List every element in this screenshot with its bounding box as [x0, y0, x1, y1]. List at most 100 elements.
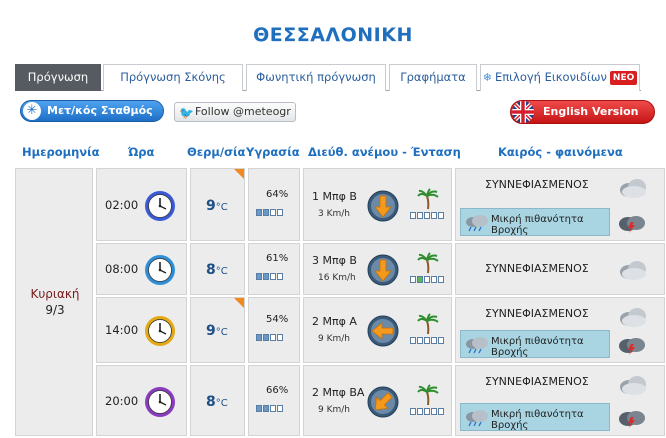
wind-force: 2 Μπφ Α: [312, 315, 357, 328]
temp-number: 8: [206, 393, 216, 410]
humidity-bar-segment: [277, 334, 283, 341]
humidity-bar-segment: [263, 404, 269, 412]
header-humidity: Υγρασία: [246, 145, 300, 159]
warm-indicator: [234, 298, 244, 308]
wind-bar-segment: [410, 211, 416, 219]
weather-cell: ΣΥΝΝΕΦΙΑΣΜΕΝΟΣ Μικρή πιθανότητα Βροχής: [455, 365, 665, 436]
wind-force: 1 Μπφ Β: [312, 189, 357, 203]
wind-cell: 2 Μπφ Α 9 Km/h: [303, 297, 452, 363]
humidity-bars: [256, 404, 283, 412]
wind-bar-segment: [431, 276, 437, 283]
temperature-value: 9°C: [206, 323, 228, 339]
temp-number: 9: [206, 323, 216, 339]
humidity-bars: [256, 208, 283, 216]
humidity-bar-segment: [270, 404, 276, 412]
twitter-bird-icon: 🐦: [179, 106, 194, 120]
tab-voice-forecast[interactable]: Φωνητική πρόγνωση: [246, 64, 386, 91]
button-label: Follow @meteogr: [195, 105, 291, 118]
day-name: Κυριακή: [30, 287, 80, 301]
cloud-icon: [618, 259, 648, 285]
temp-cell: 8°C: [190, 243, 245, 295]
humidity-bar-segment: [263, 334, 269, 341]
tab-label: Γραφήματα: [400, 70, 466, 84]
wind-speed: 9 Km/h: [318, 334, 350, 344]
tab-label: Φωνητική πρόγνωση: [256, 70, 376, 84]
wind-direction-arrow-icon: [367, 254, 399, 290]
weather-station-button[interactable]: ✳ Μετ/κός Σταθμός: [20, 100, 164, 122]
english-version-button[interactable]: English Version: [510, 100, 655, 124]
wind-bar-segment: [410, 276, 416, 283]
wind-bar-segment: [410, 407, 416, 415]
rain-chance-box: Μικρή πιθανότητα Βροχής: [460, 403, 610, 431]
wind-force: 3 Μπφ Β: [312, 254, 357, 267]
tab-bar: Πρόγνωση Πρόγνωση Σκόνης Φωνητική πρόγνω…: [15, 64, 641, 91]
header-wind: Διεύθ. ανέμου - Ένταση: [308, 145, 461, 159]
humidity-bars: [256, 334, 283, 341]
humidity-bar-segment: [256, 208, 262, 216]
rain-cloud-icon: [464, 214, 490, 235]
wind-direction-arrow-icon: [367, 190, 399, 226]
temperature-value: 8°C: [206, 394, 228, 410]
wind-bar-segment: [424, 407, 430, 415]
tab-label: Πρόγνωση Σκόνης: [120, 70, 226, 84]
snowflake-icon: ❄: [482, 71, 492, 84]
wind-bar-segment: [410, 337, 416, 344]
cloud-icon: [618, 306, 648, 332]
thunderstorm-icon: [618, 409, 646, 433]
temp-unit: °C: [215, 397, 228, 409]
tab-forecast[interactable]: Πρόγνωση: [15, 64, 101, 91]
tab-dust-forecast[interactable]: Πρόγνωση Σκόνης: [103, 64, 243, 91]
button-label: Μετ/κός Σταθμός: [47, 104, 153, 117]
twitter-follow-button[interactable]: 🐦 Follow @meteogr: [174, 102, 296, 122]
rain-chance-box: Μικρή πιθανότητα Βροχής: [460, 208, 610, 236]
wind-bar-segment: [431, 407, 437, 415]
wind-speed: 3 Km/h: [318, 208, 350, 219]
wind-bar-segment: [417, 407, 423, 415]
humidity-value: 66%: [266, 384, 289, 396]
clock-icon: [144, 254, 176, 290]
time-cell: 14:00: [96, 297, 187, 363]
new-badge: NEO: [609, 71, 638, 85]
time-cell: 20:00: [96, 365, 187, 436]
wind-bar-segment: [417, 337, 423, 344]
weather-cell: ΣΥΝΝΕΦΙΑΣΜΕΝΟΣ Μικρή πιθανότητα Βροχής: [455, 168, 665, 241]
humidity-cell: 64%: [248, 168, 300, 241]
wind-direction-arrow-icon: [367, 315, 399, 351]
wind-cell: 3 Μπφ Β 16 Km/h: [303, 243, 452, 295]
humidity-bar-segment: [270, 334, 276, 341]
wind-bar-segment: [431, 337, 437, 344]
weather-cell: ΣΥΝΝΕΦΙΑΣΜΕΝΟΣ: [455, 243, 665, 295]
rain-chance-text: Μικρή πιθανότητα Βροχής: [491, 214, 584, 236]
wind-bar-segment: [438, 276, 444, 283]
humidity-bar-segment: [270, 208, 276, 216]
tab-label: Επιλογή Εικονιδίων: [494, 70, 607, 84]
palm-tree-icon: [417, 313, 439, 339]
humidity-bar-segment: [270, 273, 276, 280]
warm-indicator: [234, 169, 244, 179]
wind-direction-arrow-icon: [367, 386, 399, 422]
condition-label: ΣΥΝΝΕΦΙΑΣΜΕΝΟΣ: [485, 262, 589, 275]
humidity-value: 61%: [266, 253, 289, 264]
humidity-cell: 61%: [248, 243, 300, 295]
clock-icon: [144, 190, 176, 226]
cloud-icon: [618, 374, 648, 400]
tab-charts[interactable]: Γραφήματα: [389, 64, 477, 91]
humidity-bar-segment: [263, 273, 269, 280]
wind-bar-segment: [424, 211, 430, 219]
time-label: 02:00: [105, 197, 139, 212]
temp-unit: °C: [215, 327, 228, 338]
palm-tree-icon: [417, 187, 439, 214]
temp-cell: 9°C: [190, 168, 245, 241]
temperature-value: 9°C: [206, 198, 228, 214]
temp-cell: 9°C: [190, 297, 245, 363]
wind-bar-segment: [431, 211, 437, 219]
thunderstorm-icon: [618, 214, 646, 238]
wind-bar-segment: [424, 276, 430, 283]
tab-icon-selection[interactable]: ❄ Επιλογή Εικονιδίων NEO: [480, 64, 640, 91]
day-cell: Κυριακή 9/3: [15, 168, 93, 436]
wind-bar-segment: [438, 407, 444, 415]
humidity-value: 64%: [266, 188, 289, 200]
wind-bars: [410, 407, 444, 415]
time-cell: 08:00: [96, 243, 187, 295]
page-title: ΘΕΣΣΑΛΟΝΙΚΗ: [253, 24, 413, 46]
